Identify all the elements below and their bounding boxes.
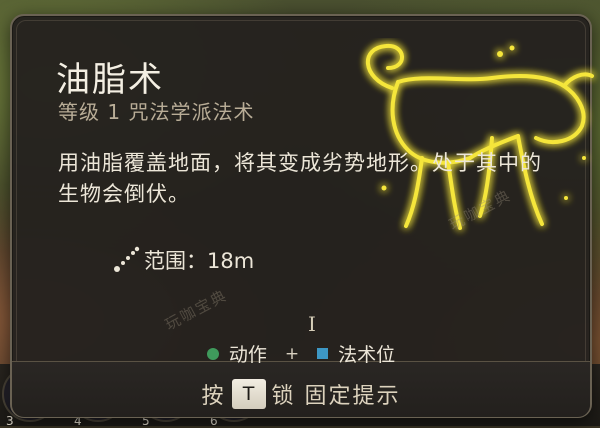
- spell-range: 范围：18m: [112, 244, 254, 276]
- action-dot-icon: [206, 347, 219, 360]
- pin-key-chip[interactable]: T: [231, 379, 266, 409]
- spell-tooltip: 油脂术 等级 1 咒法学派法术 用油脂覆盖地面，将其变成劣势地形。处于其中的生物…: [10, 14, 594, 418]
- spell-slot-cost-label: 法术位: [338, 344, 396, 366]
- hint-prefix: 按: [201, 384, 226, 409]
- spell-level-school: 等级 1 咒法学派法术: [58, 100, 255, 124]
- spell-cost: 动作 + 法术位: [12, 340, 590, 367]
- text-cursor: I: [308, 312, 316, 336]
- range-icon: [114, 246, 140, 272]
- cost-plus: +: [284, 343, 300, 364]
- pin-tooltip-hint: 按 T 锁 固定提示: [12, 378, 590, 410]
- spell-slot-square-icon: [317, 348, 329, 359]
- action-cost-label: 动作: [228, 344, 267, 366]
- spell-title: 油脂术: [56, 60, 164, 100]
- range-label: 范围：18m: [144, 249, 255, 273]
- watermark: 玩咖宝典: [161, 286, 231, 334]
- spell-description: 用油脂覆盖地面，将其变成劣势地形。处于其中的生物会倒伏。: [58, 151, 542, 206]
- hint-suffix: 锁 固定提示: [271, 384, 401, 409]
